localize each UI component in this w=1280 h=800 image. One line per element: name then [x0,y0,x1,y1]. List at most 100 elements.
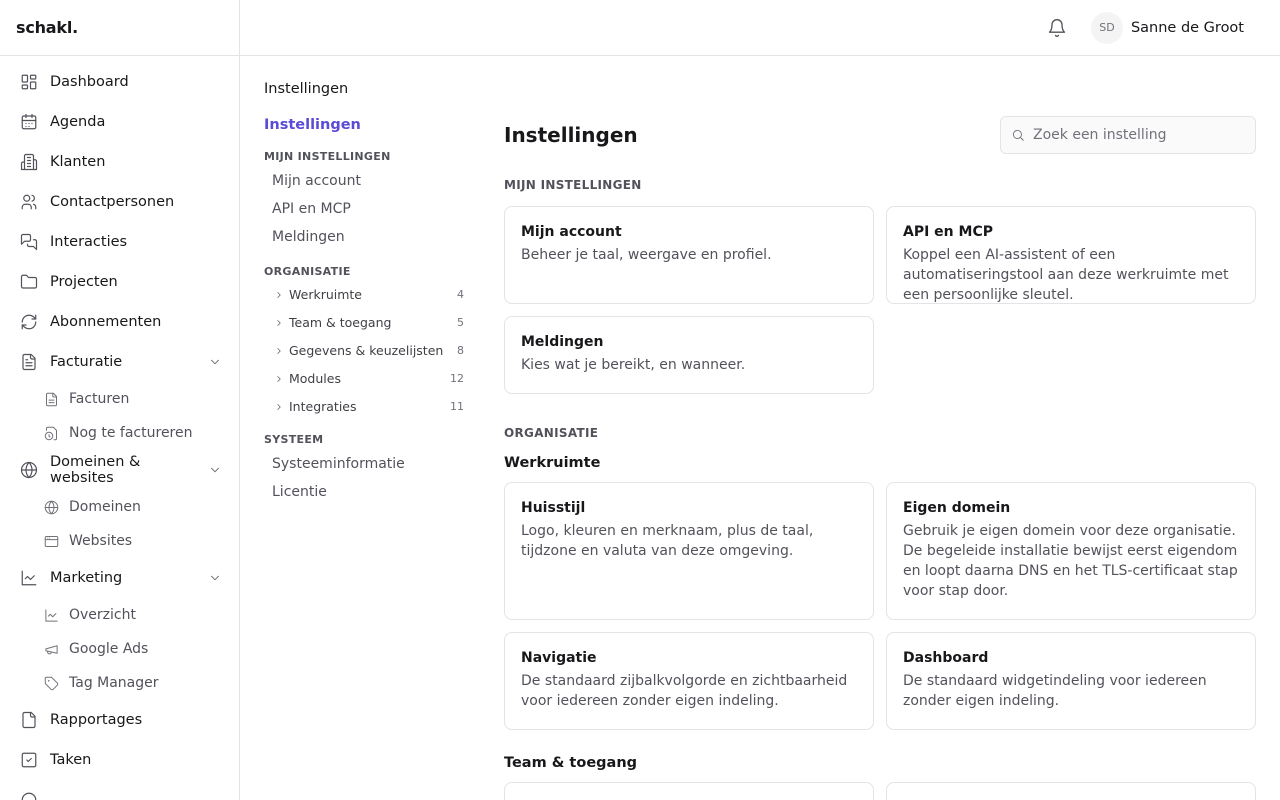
subnav-group-modules[interactable]: Modules 12 [274,371,464,386]
nav-item-facturatie[interactable]: Facturatie [0,342,239,382]
file-report-icon [20,711,38,729]
globe-icon [44,500,59,515]
nav-label: Taken [50,752,92,768]
card-title: Huisstijl [521,500,586,516]
card-mijn-account[interactable]: Mijn account Beheer je taal, weergave en… [504,206,874,304]
file-clock-icon [44,426,59,441]
page-title: Instellingen [504,123,638,147]
nav-label: Contactpersonen [50,194,175,210]
subnav-link-systeeminformatie[interactable]: Systeeminformatie [272,456,405,472]
sub-item-facturen[interactable]: Facturen [0,382,239,416]
group-count: 12 [450,372,464,385]
nav-item-interacties[interactable]: Interacties [0,222,239,262]
nav-item-contactpersonen[interactable]: Contactpersonen [0,182,239,222]
subnav-link-licentie[interactable]: Licentie [272,484,327,500]
nav-item-marketing[interactable]: Marketing [0,558,239,598]
sub-item-domeinen[interactable]: Domeinen [0,490,239,524]
nav-item-rapportages[interactable]: Rapportages [0,700,239,740]
chevron-down-icon[interactable] [208,355,222,369]
nav-item-klanten[interactable]: Klanten [0,142,239,182]
card-description: Koppel een AI-assistent of een automatis… [903,247,1229,303]
main-nav: Dashboard Agenda Klanten Contactpersonen… [0,56,239,800]
sub-item-google-ads[interactable]: Google Ads [0,632,239,666]
file-icon [44,392,59,407]
sub-item-label: Tag Manager [69,675,159,691]
card-team-2[interactable] [886,782,1256,800]
group-count: 5 [457,316,464,329]
chevron-down-icon[interactable] [208,571,222,585]
card-title: API en MCP [903,224,993,240]
card-title: Mijn account [521,224,622,240]
group-label: Modules [289,371,341,386]
calendar-icon [20,113,38,131]
card-eigen-domein[interactable]: Eigen domein Gebruik je eigen domein voo… [886,482,1256,620]
chat-icon [20,233,38,251]
line-chart-icon [44,608,59,623]
subsection-team-toegang: Team & toegang [504,755,638,771]
group-label: Integraties [289,399,357,414]
avatar[interactable]: SD [1090,11,1123,44]
card-dashboard[interactable]: Dashboard De standaard widgetindeling vo… [886,632,1256,730]
nav-label: Domeinen & websites [50,454,141,486]
card-description: Kies wat je bereikt, en wanneer. [521,357,746,373]
section-mijn-instellingen: MIJN INSTELLINGEN [504,178,642,192]
group-count: 11 [450,400,464,413]
group-count: 4 [457,288,464,301]
app-logo[interactable]: schakl. [0,0,239,56]
subnav-link-instellingen[interactable]: Instellingen [264,117,361,133]
settings-search[interactable] [1000,116,1256,154]
subnav-link-api-mcp[interactable]: API en MCP [272,201,351,217]
card-meldingen[interactable]: Meldingen Kies wat je bereikt, en wannee… [504,316,874,394]
nav-item-agenda[interactable]: Agenda [0,102,239,142]
group-label: Team & toegang [289,315,392,330]
file-text-icon [20,353,38,371]
nav-item-abonnementen[interactable]: Abonnementen [0,302,239,342]
card-title: Navigatie [521,650,597,666]
nav-item-dashboard[interactable]: Dashboard [0,62,239,102]
user-name[interactable]: Sanne de Groot [1131,20,1244,36]
sub-item-websites[interactable]: Websites [0,524,239,558]
line-chart-icon [20,569,38,587]
nav-label: Rapportages [50,712,143,728]
subnav-group-werkruimte[interactable]: Werkruimte 4 [274,287,464,302]
nav-item-projecten[interactable]: Projecten [0,262,239,302]
card-huisstijl[interactable]: Huisstijl Logo, kleuren en merknaam, plu… [504,482,874,620]
nav-item-more[interactable] [0,780,239,800]
sub-item-overzicht[interactable]: Overzicht [0,598,239,632]
sub-item-label: Facturen [69,391,130,407]
card-title: Dashboard [903,650,989,666]
card-navigatie[interactable]: Navigatie De standaard zijbalkvolgorde e… [504,632,874,730]
sub-item-label: Overzicht [69,607,136,623]
subnav-group-integraties[interactable]: Integraties 11 [274,399,464,414]
search-icon [1011,128,1025,142]
building-icon [20,153,38,171]
subnav-link-meldingen[interactable]: Meldingen [272,229,345,245]
subsection-werkruimte: Werkruimte [504,455,601,471]
subnav-section-systeem: SYSTEEM [264,433,324,446]
sidebar: schakl. Dashboard Agenda Klanten Contact… [0,0,240,800]
nav-item-taken[interactable]: Taken [0,740,239,780]
card-description: Beheer je taal, weergave en profiel. [521,247,772,263]
card-team-1[interactable] [504,782,874,800]
sub-item-label: Domeinen [69,499,141,515]
sub-item-tag-manager[interactable]: Tag Manager [0,666,239,700]
subnav-group-team-toegang[interactable]: Team & toegang 5 [274,315,464,330]
nav-label: Interacties [50,234,128,250]
card-api-mcp[interactable]: API en MCP Koppel een AI-assistent of ee… [886,206,1256,304]
search-input[interactable] [1033,127,1243,143]
nav-label: Projecten [50,274,118,290]
group-label: Gegevens & keuzelijsten [289,343,444,358]
megaphone-icon [44,642,59,657]
bell-icon[interactable] [1047,18,1067,38]
chevron-right-icon [274,318,284,328]
subnav-link-mijn-account[interactable]: Mijn account [272,173,361,189]
nav-item-domeinen-websites[interactable]: Domeinen & websites [0,450,239,490]
subnav-group-gegevens[interactable]: Gegevens & keuzelijsten 8 [274,343,464,358]
browser-window-icon [44,534,59,549]
sub-item-nog-te-factureren[interactable]: Nog te factureren [0,416,239,450]
users-icon [20,193,38,211]
globe-icon [20,461,38,479]
chevron-down-icon[interactable] [208,463,222,477]
chevron-right-icon [274,346,284,356]
refresh-icon [20,313,38,331]
